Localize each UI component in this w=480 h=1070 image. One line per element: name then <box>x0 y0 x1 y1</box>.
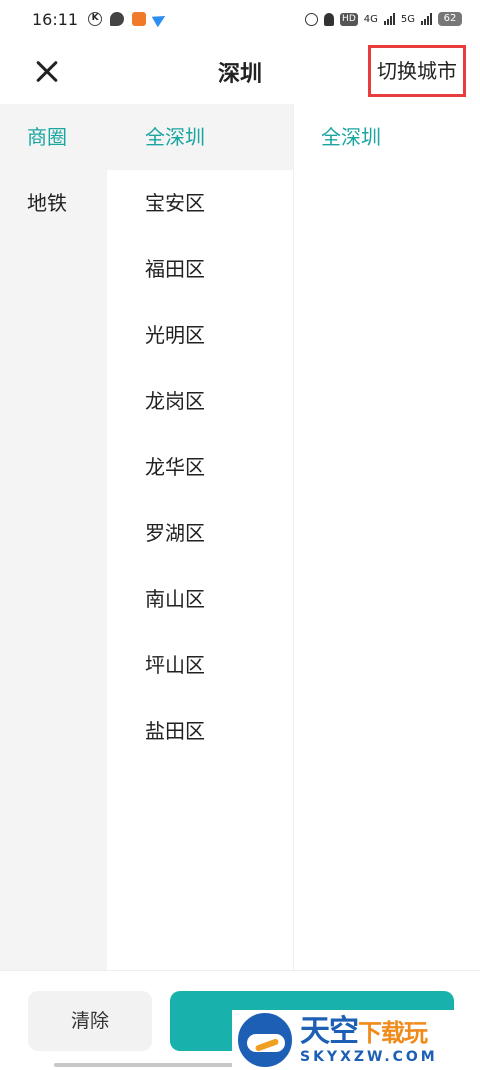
menu-item-business-district[interactable]: 商圈 <box>0 104 107 170</box>
district-item[interactable]: 龙华区 <box>107 434 293 500</box>
district-item[interactable]: 盐田区 <box>107 698 293 764</box>
district-item[interactable]: 全深圳 <box>107 104 293 170</box>
district-list: 全深圳 宝安区 福田区 光明区 龙岗区 龙华区 罗湖区 南山区 坪山区 盐田区 <box>107 104 293 970</box>
watermark-cn-main: 天空 <box>300 1013 359 1049</box>
watermark-cn: 天空下载玩 <box>300 1013 438 1049</box>
net-4g-label: 4G <box>363 13 378 25</box>
watermark-logo-icon <box>238 1013 292 1067</box>
k-icon: K <box>88 12 103 26</box>
sub-area-list: 全深圳 <box>293 104 480 970</box>
district-item[interactable]: 坪山区 <box>107 632 293 698</box>
signal-4g-icon <box>383 13 395 25</box>
district-item[interactable]: 宝安区 <box>107 170 293 236</box>
hd-icon: HD <box>340 12 358 26</box>
header: 深圳 切换城市 <box>0 38 480 104</box>
signal-5g-icon <box>421 13 432 25</box>
app-icon <box>132 12 147 26</box>
district-item[interactable]: 罗湖区 <box>107 500 293 566</box>
clear-button[interactable]: 清除 <box>28 991 152 1051</box>
watermark-en: SKYXZW.COM <box>300 1048 438 1065</box>
district-item[interactable]: 南山区 <box>107 566 293 632</box>
net-5g-label: 5G <box>400 13 415 25</box>
status-system-icons: HD 4G 5G 62 <box>305 12 462 26</box>
district-item[interactable]: 光明区 <box>107 302 293 368</box>
district-item[interactable]: 龙岗区 <box>107 368 293 434</box>
alarm-icon <box>305 12 319 26</box>
status-bar: 16:11 K HD 4G 5G 62 <box>0 0 480 38</box>
status-time: 16:11 <box>32 9 79 29</box>
sub-area-item[interactable]: 全深圳 <box>294 104 480 170</box>
left-category-menu: 商圈 地铁 <box>0 104 107 970</box>
plane-icon <box>151 10 169 28</box>
watermark: 天空下载玩 SKYXZW.COM <box>232 1010 480 1070</box>
district-item[interactable]: 福田区 <box>107 236 293 302</box>
watermark-text: 天空下载玩 SKYXZW.COM <box>300 1013 438 1065</box>
watermark-cn-sub: 下载玩 <box>358 1018 428 1047</box>
battery-icon: 62 <box>438 12 462 26</box>
menu-item-subway[interactable]: 地铁 <box>0 170 107 236</box>
status-notification-icons: K <box>88 10 169 28</box>
chat-icon <box>110 12 125 26</box>
mute-icon <box>324 12 335 26</box>
switch-city-button[interactable]: 切换城市 <box>368 45 466 97</box>
